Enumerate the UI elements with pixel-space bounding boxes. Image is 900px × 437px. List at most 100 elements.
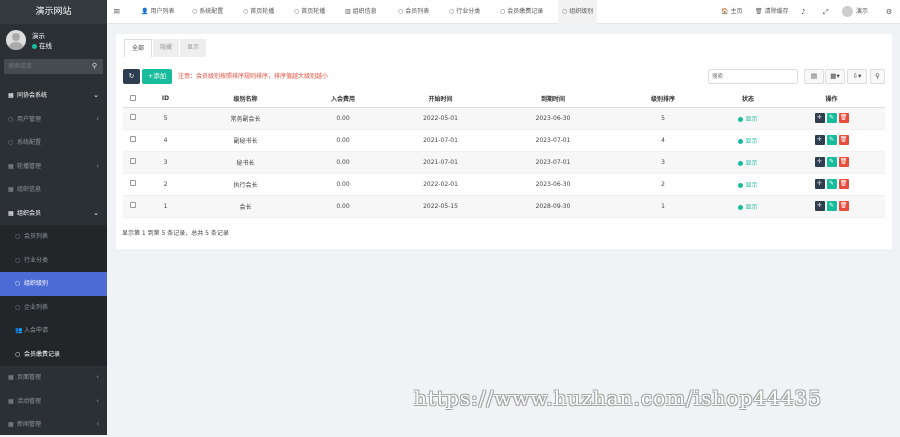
drag-move-icon[interactable]: ✛: [814, 157, 825, 167]
col-status[interactable]: 状态: [718, 91, 778, 108]
edit-icon[interactable]: ✎: [826, 113, 837, 123]
sidebar-item[interactable]: ▦ 轮播管理 ‹: [0, 155, 107, 179]
tab-shown[interactable]: 显示: [180, 39, 207, 57]
row-select-cell[interactable]: [123, 173, 143, 196]
row-checkbox[interactable]: [130, 180, 136, 186]
toggle-view-button[interactable]: ▤: [804, 69, 824, 84]
row-actions: ✛ ✎ 🗑: [778, 107, 885, 130]
col-fee[interactable]: 入会费用: [303, 91, 383, 108]
table-row[interactable]: 4 副秘书长 0.00 2021-07-01 2023-07-01 4 显示 ✛ ✎ 🗑: [123, 129, 885, 152]
tab-item[interactable]: ○ 首页轮播: [290, 0, 329, 24]
status-badge[interactable]: 显示: [718, 173, 778, 196]
tab-item[interactable]: ▥ 组织信息: [341, 0, 381, 24]
sidebar-item[interactable]: ○ 会员列表: [0, 225, 107, 249]
drag-move-icon[interactable]: ✛: [814, 113, 825, 123]
tab-item[interactable]: ○ 会员列表: [394, 0, 433, 24]
user-menu[interactable]: 演示: [842, 0, 868, 24]
tab-item[interactable]: ○ 会员缴费记录: [496, 0, 547, 24]
refresh-icon: ↻: [128, 72, 135, 80]
home-link[interactable]: 🏠 主页: [721, 0, 743, 24]
status-badge[interactable]: 显示: [718, 151, 778, 174]
table-search-input[interactable]: [708, 69, 798, 84]
tab-item[interactable]: 👤 用户列表: [137, 0, 179, 24]
row-select-cell[interactable]: [123, 107, 143, 130]
sidebar-item[interactable]: ▦ 新闻管理 ‹: [0, 413, 107, 437]
row-actions: ✛ ✎ 🗑: [778, 173, 885, 196]
delete-icon[interactable]: 🗑: [838, 135, 849, 145]
edit-icon[interactable]: ✎: [826, 201, 837, 211]
sidebar-item[interactable]: ○ 用户管理 ‹: [0, 108, 107, 132]
table-row[interactable]: 5 常务副会长 0.00 2022-05-01 2023-06-30 5 显示 ✛ ✎ 🗑: [123, 107, 885, 130]
sidebar-item[interactable]: ▦ 组织信息: [0, 178, 107, 202]
edit-icon[interactable]: ✎: [826, 157, 837, 167]
grid-icon: ▦▾: [830, 72, 840, 80]
delete-icon[interactable]: 🗑: [838, 201, 849, 211]
cell-fee: 0.00: [303, 151, 383, 174]
delete-icon[interactable]: 🗑: [838, 179, 849, 189]
settings-icon[interactable]: ⚙: [886, 0, 892, 24]
menu-item-icon: ○: [8, 139, 14, 146]
table-row[interactable]: 3 秘书长 0.00 2021-07-01 2023-07-01 3 显示 ✛ ✎ 🗑: [123, 151, 885, 174]
advanced-search-button[interactable]: ⚲: [870, 69, 885, 84]
row-checkbox[interactable]: [130, 114, 136, 120]
sidebar-item[interactable]: ○ 系统配置: [0, 131, 107, 155]
col-id[interactable]: ID: [143, 91, 188, 108]
add-button[interactable]: +添加: [142, 69, 172, 84]
tab-all[interactable]: 全部: [124, 39, 153, 57]
row-select-cell[interactable]: [123, 151, 143, 174]
status-badge[interactable]: 显示: [718, 107, 778, 130]
tab-item[interactable]: ○ 组织级别: [558, 0, 598, 24]
sidebar-item-label: 会员缴费记录: [24, 350, 61, 358]
sidebar-item[interactable]: ○ 会员缴费记录: [0, 342, 107, 366]
tab-item[interactable]: ○ 首页轮播: [239, 0, 278, 24]
delete-icon[interactable]: 🗑: [838, 157, 849, 167]
row-checkbox[interactable]: [130, 158, 136, 164]
refresh-button[interactable]: ↻: [123, 69, 140, 84]
col-name[interactable]: 级别名称: [188, 91, 303, 108]
drag-move-icon[interactable]: ✛: [814, 179, 825, 189]
status-badge[interactable]: 显示: [718, 129, 778, 152]
row-select-cell[interactable]: [123, 195, 143, 218]
tab-hidden[interactable]: 隐藏: [153, 39, 180, 57]
search-icon[interactable]: ⚲: [92, 62, 97, 70]
sidebar-item[interactable]: 👥 入会申请: [0, 319, 107, 343]
bell-icon[interactable]: ♪: [801, 0, 805, 24]
fullscreen-icon[interactable]: ⤢: [823, 0, 829, 24]
status-badge[interactable]: 显示: [718, 195, 778, 218]
delete-icon[interactable]: 🗑: [838, 113, 849, 123]
sidebar-item[interactable]: ▦ 同协会系统 ⌄: [0, 84, 107, 108]
tab-item[interactable]: ○ 行业分类: [445, 0, 484, 24]
sidebar-item[interactable]: ▦ 活动管理 ‹: [0, 390, 107, 414]
edit-icon[interactable]: ✎: [826, 135, 837, 145]
sidebar-item[interactable]: ○ 组织级别: [0, 272, 107, 296]
user-status: 在线: [32, 40, 52, 50]
select-all-checkbox[interactable]: [130, 94, 136, 101]
col-sort[interactable]: 级别排序: [608, 91, 718, 108]
col-start[interactable]: 开始时间: [383, 91, 498, 108]
sidebar-item-label: 同协会系统: [17, 92, 48, 99]
edit-icon[interactable]: ✎: [826, 179, 837, 189]
site-logo[interactable]: 演示网站: [0, 0, 107, 24]
export-button[interactable]: ⇩▾: [847, 69, 867, 84]
cell-fee: 0.00: [303, 107, 383, 130]
menu-toggle-icon[interactable]: ≡: [113, 0, 121, 24]
col-end[interactable]: 到期时间: [498, 91, 608, 108]
sidebar-item[interactable]: ▦ 组织会员 ⌄: [0, 202, 107, 226]
tab-item[interactable]: ○ 系统配置: [188, 0, 227, 24]
clear-cache-link[interactable]: 🗑 清除缓存: [755, 0, 789, 24]
row-select-cell[interactable]: [123, 129, 143, 152]
drag-move-icon[interactable]: ✛: [814, 201, 825, 211]
columns-button[interactable]: ▦▾: [825, 69, 845, 84]
sidebar-item[interactable]: ▦ 页面管理 ‹: [0, 366, 107, 390]
table-row[interactable]: 1 会长 0.00 2022-05-15 2028-09-30 1 显示 ✛ ✎ 🗑: [123, 195, 885, 218]
row-checkbox[interactable]: [130, 136, 136, 142]
sidebar-item[interactable]: ○ 行业分类: [0, 248, 107, 272]
drag-move-icon[interactable]: ✛: [814, 135, 825, 145]
row-checkbox[interactable]: [130, 202, 136, 208]
tab-label: 首页轮播: [301, 8, 326, 15]
select-all-cell[interactable]: [123, 91, 143, 108]
table-row[interactable]: 2 执行会长 0.00 2022-02-01 2023-06-30 2 显示 ✛ ✎ 🗑: [123, 173, 885, 196]
sidebar-item[interactable]: ○ 企业列表: [0, 295, 107, 319]
menu-search-input[interactable]: [4, 59, 84, 74]
avatar[interactable]: [6, 30, 26, 50]
